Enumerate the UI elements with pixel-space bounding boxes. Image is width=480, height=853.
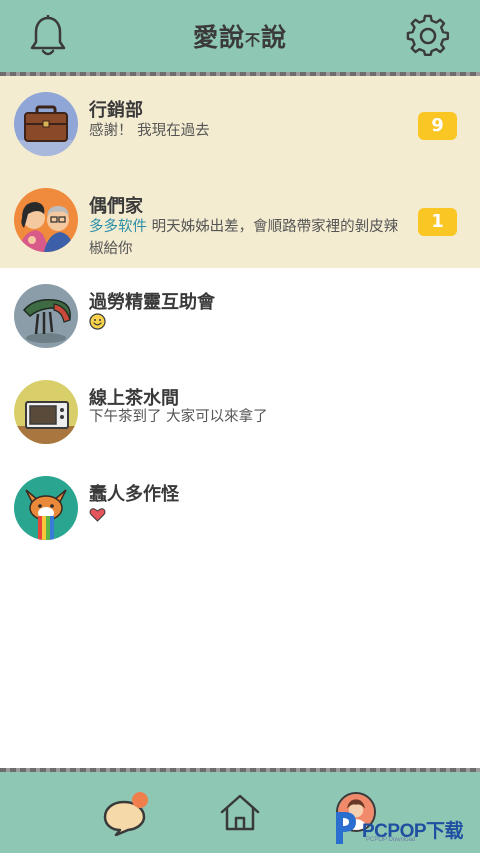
message-sender: 多多软件 xyxy=(89,219,147,235)
unread-badge: 9 xyxy=(418,112,457,140)
chat-item-family[interactable]: 偶們家 多多软件 明天姊姊出差，會順路帶家裡的剝皮辣 椒給你 1 xyxy=(0,172,480,268)
smile-emoji-icon xyxy=(89,313,106,330)
bell-icon[interactable] xyxy=(28,14,68,58)
tired-elf-icon xyxy=(14,284,78,348)
chat-name: 過勞精靈互助會 xyxy=(89,292,215,313)
chat-message: 感謝！ 我現在過去 xyxy=(89,123,210,139)
heart-emoji-icon xyxy=(89,508,106,522)
avatar xyxy=(14,92,78,156)
chat-message-line2: 椒給你 xyxy=(89,241,133,257)
home-icon[interactable] xyxy=(218,792,262,832)
avatar xyxy=(14,476,78,540)
chat-item-silly-group[interactable]: 蠢人多作怪 xyxy=(0,460,480,556)
pcpop-logo-icon xyxy=(336,812,356,844)
app-logo: 愛說不說 xyxy=(192,23,288,52)
top-bar: 愛說不說 xyxy=(0,0,480,72)
unread-badge: 1 xyxy=(418,208,457,236)
avatar xyxy=(14,380,78,444)
avatar xyxy=(14,188,78,252)
corgi-rainbow-icon xyxy=(14,476,78,540)
chat-name: 蠢人多作怪 xyxy=(89,484,179,505)
chat-item-marketing[interactable]: 行銷部 感謝！ 我現在過去 9 xyxy=(0,76,480,172)
chat-item-tea-room[interactable]: 線上茶水間 下午茶到了 大家可以來拿了 xyxy=(0,364,480,460)
avatar xyxy=(14,284,78,348)
microwave-icon xyxy=(14,380,78,444)
message-text-line1: 明天姊姊出差，會順路帶家裡的剝皮辣 xyxy=(147,219,399,235)
chat-bubble-icon[interactable] xyxy=(102,792,150,836)
watermark: PCPOP下载 PCPOP Download xyxy=(332,806,480,850)
chat-item-support-group[interactable]: 過勞精靈互助會 xyxy=(0,268,480,364)
notification-dot xyxy=(132,792,148,808)
chat-message: 下午茶到了 大家可以來拿了 xyxy=(89,409,268,425)
gear-icon[interactable] xyxy=(406,14,450,58)
couple-avatar-icon xyxy=(14,188,78,252)
chat-message: 多多软件 明天姊姊出差，會順路帶家裡的剝皮辣 xyxy=(89,216,398,238)
chat-name: 行銷部 xyxy=(89,100,143,121)
briefcase-icon xyxy=(14,92,78,156)
chat-name: 偶們家 xyxy=(89,196,143,217)
watermark-subtext: PCPOP Download xyxy=(366,837,416,843)
